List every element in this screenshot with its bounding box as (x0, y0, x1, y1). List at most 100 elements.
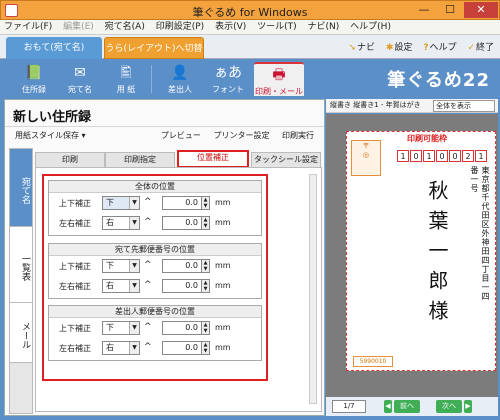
font-button[interactable]: ぁあ フォント (208, 62, 248, 96)
chevron-down-icon: ▼ (129, 342, 139, 354)
caret-icon: ^ (144, 260, 152, 270)
sender-label: 差出人 (168, 85, 192, 94)
select-value: 下 (106, 323, 114, 332)
menu-address[interactable]: 宛て名(A) (101, 20, 149, 34)
page-indicator: 1/7 (332, 400, 366, 413)
direction-select[interactable]: 右 ▼ (102, 341, 140, 355)
exit-link[interactable]: ✓終了 (467, 40, 494, 53)
sender-zip-boxes: 5990010 (353, 356, 393, 367)
side-tab-mail[interactable]: メール (9, 302, 33, 362)
navi-link[interactable]: ➘ナビ (348, 40, 375, 53)
unit-label: mm (215, 343, 231, 352)
offset-input[interactable]: 0.0 (162, 279, 202, 293)
direction-select[interactable]: 下 ▼ (102, 321, 140, 335)
preview-button[interactable]: プレビュー (161, 131, 201, 140)
select-value: 下 (106, 198, 114, 207)
close-button[interactable]: ✕ (464, 2, 498, 18)
last-page-button[interactable]: ▶ (464, 400, 472, 413)
minimize-button[interactable]: — (411, 2, 437, 18)
direction-select[interactable]: 下 ▼ (102, 259, 140, 273)
direction-select[interactable]: 右 ▼ (102, 216, 140, 230)
side-tab-recipient[interactable]: 宛て名 (9, 148, 33, 226)
menu-file[interactable]: ファイル(F) (0, 20, 56, 34)
chevron-down-icon: ▼ (129, 197, 139, 209)
style-save-label: 用紙スタイル保存 (15, 131, 79, 140)
address-book-button[interactable]: 📗 住所録 (14, 62, 54, 96)
help-label: ヘルプ (429, 43, 457, 53)
offset-input[interactable]: 0.0 (162, 341, 202, 355)
print-execute-button[interactable]: 印刷実行 (282, 131, 314, 140)
zip-digit: 1 (397, 150, 409, 162)
sender-button[interactable]: 👤 差出人 (160, 62, 200, 96)
front-side-tab[interactable]: おもて(宛て名) (6, 37, 102, 59)
row-label: 上下補正 (59, 262, 91, 271)
mode-bar: おもて(宛て名) うら(レイアウト)へ切替 ➘ナビ ✱設定 ?ヘルプ ✓終了 (0, 35, 500, 59)
zip-digit: 1 (423, 150, 435, 162)
spinner[interactable]: ▲ ▼ (202, 216, 210, 230)
view-mode-select[interactable]: 全体を表示 (433, 100, 495, 112)
tab-print[interactable]: 印刷 (35, 152, 105, 168)
menu-edit[interactable]: 編集(E) (59, 20, 98, 34)
title-bar: 筆ぐるめ for Windows — ☐ ✕ (0, 0, 500, 20)
menu-navi[interactable]: ナビ(N) (304, 20, 344, 34)
spinner[interactable]: ▲ ▼ (202, 279, 210, 293)
next-page-button[interactable]: 次へ (436, 400, 462, 413)
print-mail-button[interactable]: 🖶 印刷・メール (254, 62, 304, 96)
offset-input[interactable]: 0.0 (162, 259, 202, 273)
style-save-dropdown[interactable]: 用紙スタイル保存 ▾ (15, 130, 86, 141)
zip-digit: 0 (436, 150, 448, 162)
vertical-correction-row: 上下補正 下 ▼ ^ 0.0 ▲ ▼ mm (49, 258, 261, 276)
menu-view[interactable]: 表示(V) (211, 20, 250, 34)
direction-select[interactable]: 右 ▼ (102, 279, 140, 293)
switch-to-back-button[interactable]: うら(レイアウト)へ切替 (104, 37, 204, 59)
postcard-preview-area: 印刷可能枠 〒 ◎ 1010021 東京都千代田区外神田四丁目一四番一号 秋葉一郎… (326, 114, 498, 397)
tab-position-correction[interactable]: 位置補正 (177, 150, 249, 168)
offset-input[interactable]: 0.0 (162, 321, 202, 335)
postage-stamp-icon: 〒 ◎ (351, 140, 381, 176)
prev-label: 前へ (400, 402, 414, 410)
action-bar: 用紙スタイル保存 ▾ プレビュー プリンター設定 印刷実行 (5, 128, 324, 144)
select-value: 右 (106, 343, 114, 352)
unit-label: mm (215, 261, 231, 270)
group-title: 差出人郵便番号の位置 (49, 306, 261, 318)
font-label: フォント (212, 85, 244, 94)
prev-page-button[interactable]: 前へ (394, 400, 420, 413)
menu-print-settings[interactable]: 印刷設定(P) (152, 20, 208, 34)
zip-digit: 1 (475, 150, 487, 162)
settings-label: 設定 (394, 43, 413, 53)
printer-icon: 🖶 (272, 67, 286, 83)
sender-zip-group: 差出人郵便番号の位置 上下補正 下 ▼ ^ 0.0 ▲ ▼ mm 左右補正 右 ▼ ^… (48, 305, 262, 361)
side-tab-list[interactable]: 一覧表 (9, 226, 33, 302)
recipient-button[interactable]: ✉ 宛て名 (60, 62, 100, 96)
postcard-preview: 印刷可能枠 〒 ◎ 1010021 東京都千代田区外神田四丁目一四番一号 秋葉一郎… (346, 131, 496, 371)
offset-input[interactable]: 0.0 (162, 216, 202, 230)
navi-arrow-icon: ➘ (348, 43, 356, 53)
maximize-button[interactable]: ☐ (437, 2, 463, 18)
menu-help[interactable]: ヘルプ(H) (346, 20, 395, 34)
envelope-icon: ✉ (74, 65, 86, 81)
spinner[interactable]: ▲ ▼ (202, 196, 210, 210)
spinner[interactable]: ▲ ▼ (202, 259, 210, 273)
settings-link[interactable]: ✱設定 (386, 40, 413, 53)
first-page-button[interactable]: ◀ (384, 400, 392, 413)
offset-input[interactable]: 0.0 (162, 196, 202, 210)
vertical-scrollbar[interactable] (309, 174, 317, 404)
tab-print-designation[interactable]: 印刷指定 (105, 152, 175, 168)
help-icon: ? (423, 43, 429, 53)
row-label: 左右補正 (59, 282, 91, 291)
spinner[interactable]: ▲ ▼ (202, 341, 210, 355)
caret-icon: ^ (144, 217, 152, 227)
printer-settings-button[interactable]: プリンター設定 (213, 131, 269, 140)
highlight-frame: 全体の位置 上下補正 下 ▼ ^ 0.0 ▲ ▼ mm 左右補正 右 ▼ ^ 0.0 … (42, 174, 268, 381)
print-mail-label: 印刷・メール (255, 87, 303, 96)
spinner[interactable]: ▲ ▼ (202, 321, 210, 335)
paper-button[interactable]: 🖺 用 紙 (106, 62, 146, 96)
caret-icon: ^ (144, 322, 152, 332)
direction-select[interactable]: 下 ▼ (102, 196, 140, 210)
menu-tools[interactable]: ツール(T) (253, 20, 301, 34)
caret-icon: ^ (144, 280, 152, 290)
horizontal-correction-row: 左右補正 右 ▼ ^ 0.0 ▲ ▼ mm (49, 278, 261, 296)
tab-tack-seal[interactable]: タックシール設定 (251, 152, 321, 168)
next-label: 次へ (442, 402, 456, 410)
help-link[interactable]: ?ヘルプ (423, 40, 456, 53)
